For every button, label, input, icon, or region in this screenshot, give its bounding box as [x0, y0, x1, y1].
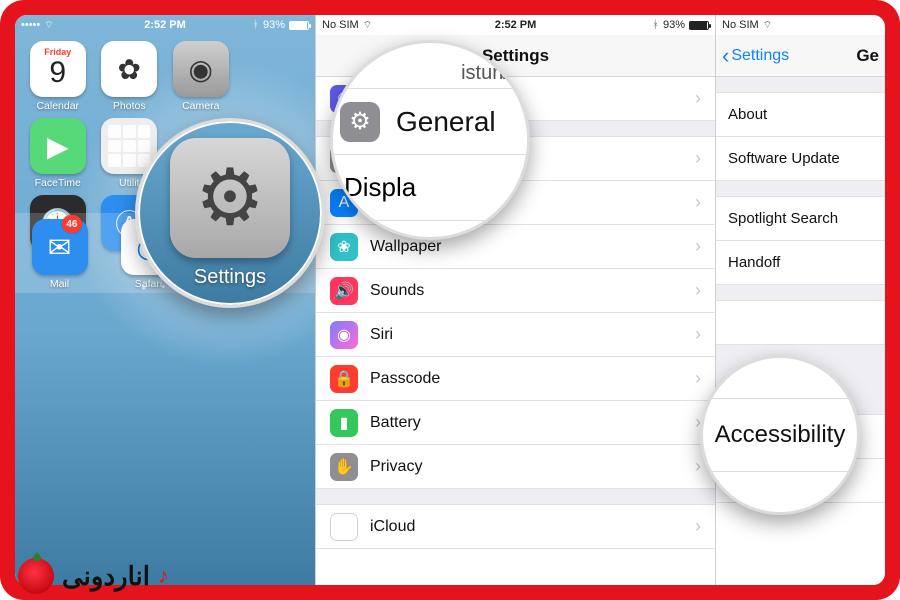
app-label: Safari — [135, 278, 162, 290]
general-row-software-update[interactable]: Software Update — [716, 137, 885, 181]
settings-row-battery[interactable]: ▮Battery› — [316, 401, 715, 445]
lock-icon: 🔒 — [330, 365, 358, 393]
row-label: Passcode — [370, 370, 440, 388]
general-row-accessibility[interactable]: Accessibility — [715, 421, 846, 449]
settings-row-sounds[interactable]: 🔊 Sounds › — [316, 269, 715, 313]
pomegranate-icon — [18, 558, 54, 594]
chevron-right-icon: › — [695, 280, 701, 301]
status-bar: No SIM ⌔ — [716, 15, 885, 35]
row-label: iCloud — [370, 518, 415, 536]
settings-row-passcode[interactable]: 🔒 Passcode › — [316, 357, 715, 401]
facetime-icon: ▶ — [47, 130, 69, 163]
settings-app-tile[interactable]: ⚙ — [170, 138, 290, 258]
chevron-right-icon: › — [695, 236, 701, 257]
magnifier-general-row: isturb ⚙ General Displa — [330, 40, 530, 240]
magnifier-accessibility-row: Accessibility — [700, 355, 860, 515]
navbar: ‹Settings Ge — [716, 35, 885, 77]
settings-row-privacy[interactable]: ✋ Privacy › — [316, 445, 715, 489]
general-row-about[interactable]: About — [716, 93, 885, 137]
back-label: Settings — [731, 47, 789, 65]
mail-icon: ✉ — [48, 231, 71, 264]
app-label: Utilit — [119, 177, 139, 189]
dock-app-mail[interactable]: 46 ✉ Mail — [32, 219, 88, 290]
back-button[interactable]: ‹Settings — [722, 47, 789, 65]
gear-icon: ⚙ — [195, 152, 265, 243]
chevron-right-icon: › — [695, 456, 701, 477]
status-bar: No SIM⌔ 2:52 PM ᚼ93% — [316, 15, 715, 35]
app-label: Calendar — [36, 100, 79, 112]
app-label: Mail — [50, 278, 69, 290]
tutorial-image: •••••⌔ 2:52 PM ᚼ93% Friday 9 Calendar — [0, 0, 900, 600]
row-label: Wallpaper — [370, 238, 441, 256]
wifi-icon: ⌔ — [763, 19, 772, 32]
calendar-dayname: Friday — [44, 47, 71, 57]
sounds-icon: 🔊 — [330, 277, 358, 305]
bluetooth-icon: ᚼ — [252, 19, 259, 31]
mail-badge: 46 — [62, 215, 81, 233]
gear-icon: ⚙ — [340, 102, 380, 142]
row-label: Sounds — [370, 282, 424, 300]
page-title: Ge — [856, 46, 879, 66]
row-label: Displa — [344, 172, 416, 203]
carrier-label: No SIM — [722, 19, 759, 31]
camera-icon: ◉ — [189, 53, 213, 86]
panel-home-screen: •••••⌔ 2:52 PM ᚼ93% Friday 9 Calendar — [15, 15, 315, 585]
cloud-icon: ☁ — [330, 513, 358, 541]
row-label: Software Update — [728, 150, 840, 167]
app-camera[interactable]: ◉ Camera — [168, 41, 234, 112]
app-calendar[interactable]: Friday 9 Calendar — [25, 41, 91, 112]
chevron-right-icon: › — [695, 368, 701, 389]
magnifier-settings-app: ⚙ Settings — [135, 118, 325, 308]
row-label: About — [728, 106, 767, 123]
chevron-right-icon: › — [695, 324, 701, 345]
app-label: Photos — [113, 100, 146, 112]
status-bar: •••••⌔ 2:52 PM ᚼ93% — [15, 15, 315, 35]
row-label: Spotlight Search — [728, 210, 838, 227]
music-note-icon: ♪ — [158, 563, 169, 589]
hand-icon: ✋ — [330, 453, 358, 481]
row-label: Siri — [370, 326, 393, 344]
brand-text: اناردونی — [62, 561, 150, 592]
status-time: 2:52 PM — [15, 19, 315, 31]
siri-icon: ◉ — [330, 321, 358, 349]
app-label: Camera — [182, 100, 219, 112]
general-row-handoff[interactable]: Handoff — [716, 241, 885, 285]
settings-row-icloud[interactable]: ☁ iCloud › — [316, 505, 715, 549]
brand-watermark: ♪ اناردونی — [18, 558, 169, 594]
calendar-daynum: 9 — [49, 56, 66, 90]
battery-icon — [689, 21, 709, 30]
battery-icon — [289, 21, 309, 30]
row-label: Battery — [370, 414, 421, 432]
chevron-right-icon: › — [695, 516, 701, 537]
battery-icon: ▮ — [330, 409, 358, 437]
row-label: General — [396, 106, 496, 138]
bluetooth-icon: ᚼ — [652, 19, 659, 31]
app-label: FaceTime — [35, 177, 81, 189]
app-photos[interactable]: ✿ Photos — [97, 41, 163, 112]
wallpaper-icon: ❀ — [330, 233, 358, 261]
row-label — [728, 314, 732, 331]
photos-icon: ✿ — [118, 53, 141, 86]
settings-row-siri[interactable]: ◉ Siri › — [316, 313, 715, 357]
app-facetime[interactable]: ▶ FaceTime — [25, 118, 91, 189]
row-label: Handoff — [728, 254, 780, 271]
chevron-right-icon: › — [695, 88, 701, 109]
chevron-right-icon: › — [695, 192, 701, 213]
settings-app-label: Settings — [194, 266, 266, 289]
general-row-spotlight[interactable]: Spotlight Search — [716, 197, 885, 241]
general-row-carplay[interactable] — [716, 301, 885, 345]
chevron-right-icon: › — [695, 148, 701, 169]
row-label: Privacy — [370, 458, 422, 476]
settings-row-general[interactable]: ⚙ General — [330, 89, 530, 155]
settings-row-wallpaper[interactable]: ❀ Wallpaper › — [316, 225, 715, 269]
